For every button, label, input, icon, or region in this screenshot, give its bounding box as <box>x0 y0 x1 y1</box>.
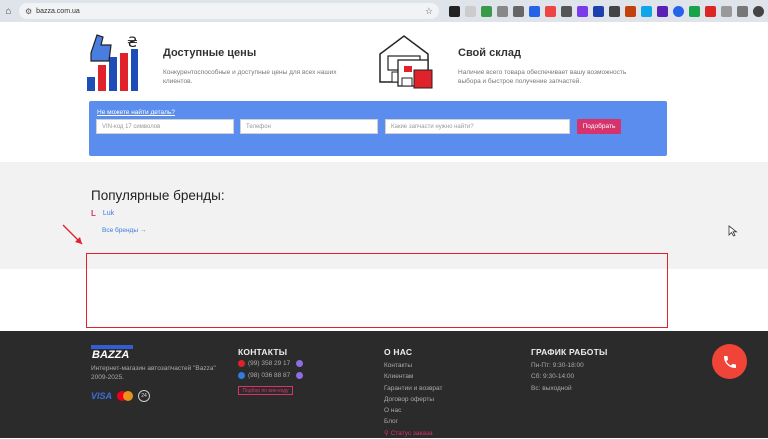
extension-icon[interactable] <box>737 5 748 17</box>
extension-icon[interactable] <box>689 5 700 17</box>
extension-icon[interactable] <box>481 5 492 17</box>
part-request-form: Не можете найти деталь? VIN-код 17 симво… <box>89 101 667 156</box>
mastercard-icon <box>117 391 134 401</box>
brand-logo: L <box>91 209 96 218</box>
phone-line-1[interactable]: (99) 358 29 17 <box>238 360 304 367</box>
url-text: bazza.com.ua <box>36 7 80 15</box>
brands-title: Популярные бренды: <box>91 188 225 203</box>
about-links: Контакты Клиентам Гарантии и возврат Дог… <box>384 360 443 439</box>
footer-link-contacts[interactable]: Контакты <box>384 360 443 371</box>
order-status-link[interactable]: ⚲ Статус заказа <box>384 428 443 439</box>
extension-icon[interactable] <box>641 5 652 17</box>
brand-link[interactable]: Luk <box>103 210 114 217</box>
browser-toolbar: ⌂ ⚙ bazza.com.ua ☆ <box>0 0 768 22</box>
phone-icon <box>723 355 736 368</box>
about-title: О НАС <box>384 347 413 357</box>
order-status-icon: ⚲ <box>384 429 391 437</box>
feature-title-warehouse: Свой склад <box>458 47 521 59</box>
phone-line-2[interactable]: (98) 036 88 87 <box>238 372 304 379</box>
warehouse-icon <box>379 35 433 89</box>
visa-logo: VISA <box>91 391 113 401</box>
mouse-cursor-icon <box>728 225 738 237</box>
phone-number-1[interactable]: (99) 358 29 17 <box>248 360 290 367</box>
phone-input[interactable]: Телефон <box>240 119 378 134</box>
extension-icon[interactable] <box>625 5 636 17</box>
logo-text: BAZZA <box>92 349 129 359</box>
schedule-list: Пн-Пт: 9:30-18:00 Сб: 9:30-14:00 Вс: вых… <box>531 360 584 394</box>
home-icon[interactable]: ⌂ <box>4 4 13 18</box>
feature-text-warehouse: Наличие всего товара обеспечивает вашу в… <box>458 69 627 85</box>
all-brands-link[interactable]: Все бренды → <box>102 227 146 234</box>
extensions-bar <box>449 5 764 17</box>
annotation-highlight-box <box>86 253 668 328</box>
vin-input[interactable]: VIN-код 17 символов <box>96 119 234 134</box>
search-hint: Не можете найти деталь? <box>97 109 175 116</box>
payment-methods: VISA 24 <box>91 390 151 402</box>
address-bar[interactable]: ⚙ bazza.com.ua ☆ <box>19 3 439 19</box>
extension-icon[interactable] <box>673 5 684 17</box>
footer-link-clients[interactable]: Клиентам <box>384 371 443 382</box>
vodafone-icon <box>238 360 245 367</box>
site-logo[interactable]: BAZZA <box>91 345 133 359</box>
footer-link-about[interactable]: О нас <box>384 405 443 416</box>
site-settings-icon[interactable]: ⚙ <box>25 7 32 16</box>
extension-icon[interactable] <box>513 5 524 17</box>
kyivstar-icon <box>238 372 245 379</box>
parts-input[interactable]: Какие запчасти нужно найти? <box>385 119 570 134</box>
extension-icon[interactable] <box>561 5 572 17</box>
extension-icon[interactable] <box>657 5 668 17</box>
footer-link-offer[interactable]: Договор оферты <box>384 394 443 405</box>
order-status-label: Статус заказа <box>390 429 433 437</box>
footer-link-blog[interactable]: Блог <box>384 416 443 427</box>
viber-icon[interactable] <box>296 360 304 367</box>
footer-description: Интернет-магазин автозапчастей "Bazza" 2… <box>91 365 216 381</box>
call-fab-button[interactable] <box>712 344 747 379</box>
extension-icon[interactable] <box>593 5 604 17</box>
extension-icon[interactable] <box>529 5 540 17</box>
phone-number-2[interactable]: (98) 036 88 87 <box>248 372 290 379</box>
viber-icon[interactable] <box>296 372 304 379</box>
feature-title-prices: Доступные цены <box>163 47 257 59</box>
extension-icon[interactable] <box>497 5 508 17</box>
extension-icon[interactable] <box>465 5 476 17</box>
extension-icon[interactable] <box>609 5 620 17</box>
extension-icon[interactable] <box>449 5 460 17</box>
svg-text:₴: ₴ <box>127 35 138 51</box>
callback-button[interactable]: Подбор по вин-коду <box>238 386 293 395</box>
feature-text-prices: Конкурентоспособные и доступные цены для… <box>163 69 337 85</box>
annotation-arrow-icon <box>62 224 83 245</box>
bookmark-star-icon[interactable]: ☆ <box>425 6 433 17</box>
profile-icon[interactable] <box>753 5 764 17</box>
extension-icon[interactable] <box>721 5 732 17</box>
schedule-saturday: Сб: 9:30-14:00 <box>531 373 575 381</box>
schedule-title: ГРАФИК РАБОТЫ <box>531 347 608 357</box>
schedule-sunday: Вс: выходной <box>531 384 572 392</box>
schedule-weekdays: Пн-Пт: 9:30-18:00 <box>531 362 584 369</box>
extension-icon[interactable] <box>705 5 716 17</box>
find-button[interactable]: Подобрать <box>577 119 621 134</box>
hours-badge: 24 <box>138 390 151 402</box>
extension-icon[interactable] <box>545 5 556 17</box>
price-chart-icon: ₴ <box>87 34 138 91</box>
footer-link-warranty[interactable]: Гарантии и возврат <box>384 383 443 394</box>
brand-item[interactable]: L Luk <box>91 209 114 218</box>
contacts-title: КОНТАКТЫ <box>238 347 288 357</box>
extension-icon[interactable] <box>577 5 588 17</box>
